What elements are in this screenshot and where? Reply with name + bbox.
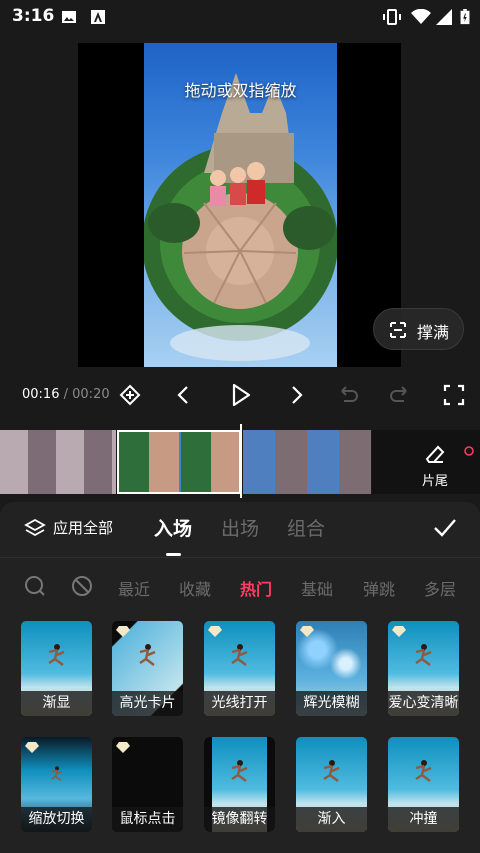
effect-label: 高光卡片 (112, 691, 183, 716)
premium-icon (116, 742, 130, 753)
time-display: 00:16 / 00:20 (22, 387, 110, 402)
effect-label: 缩放切换 (21, 807, 92, 832)
jumping-person-icon (323, 760, 340, 782)
search-icon[interactable] (23, 574, 47, 598)
premium-icon (208, 626, 222, 637)
premium-icon (392, 626, 406, 637)
chevron-right-icon (292, 386, 303, 404)
fill-button-label: 撑满 (417, 323, 450, 342)
app-notification-icon (91, 10, 105, 24)
video-frame[interactable]: 拖动或双指缩放 (144, 43, 337, 367)
layers-icon (24, 518, 46, 537)
play-button[interactable] (226, 381, 254, 409)
jumping-person-icon (415, 760, 432, 782)
effect-label: 光线打开 (204, 691, 275, 716)
next-frame-button[interactable] (282, 381, 310, 409)
timeline-clip-selected[interactable] (117, 430, 241, 494)
status-bar: 3:16 (0, 0, 480, 34)
category-basic[interactable]: 基础 (301, 576, 333, 600)
record-icon (464, 446, 474, 456)
chevron-left-icon (177, 386, 188, 404)
effect-card[interactable]: 镜像翻转 (204, 737, 275, 832)
eraser-icon (425, 445, 445, 463)
signal-icon (436, 9, 452, 25)
effect-card[interactable]: 缩放切换 (21, 737, 92, 832)
play-icon (232, 383, 251, 407)
fill-icon (390, 322, 406, 338)
effect-card[interactable]: 渐显 (21, 621, 92, 716)
category-multilayer[interactable]: 多层 (424, 576, 456, 600)
tab-combo[interactable]: 组合 (287, 514, 325, 541)
timeline-clip[interactable] (0, 430, 116, 494)
effect-card[interactable]: 渐入 (296, 737, 367, 832)
previous-frame-button[interactable] (170, 381, 198, 409)
effect-label: 爱心变清晰 (388, 691, 459, 716)
drag-zoom-hint: 拖动或双指缩放 (184, 81, 297, 100)
effect-label: 鼠标点击 (112, 807, 183, 832)
premium-icon (300, 626, 314, 637)
keyframe-button[interactable] (116, 381, 144, 409)
category-favorites[interactable]: 收藏 (179, 576, 211, 600)
effect-card[interactable]: 辉光模糊 (296, 621, 367, 716)
total-time: 00:20 (72, 387, 110, 402)
undo-button[interactable] (334, 381, 362, 409)
effect-label: 辉光模糊 (296, 691, 367, 716)
wifi-icon (411, 9, 431, 24)
timeline-clip[interactable] (243, 430, 371, 494)
category-recent[interactable]: 最近 (118, 576, 150, 600)
none-icon[interactable] (70, 574, 94, 598)
vibrate-icon (383, 9, 401, 25)
status-time: 3:16 (12, 6, 55, 26)
fullscreen-icon (443, 384, 465, 406)
jumping-person-icon (231, 644, 248, 666)
keyframe-icon (119, 384, 141, 406)
jumping-person-icon (231, 760, 248, 782)
effect-card[interactable]: 高光卡片 (112, 621, 183, 716)
checkmark-icon[interactable] (432, 516, 458, 540)
panel-divider (0, 557, 480, 558)
effect-label: 渐入 (296, 807, 367, 832)
effect-label: 渐显 (21, 691, 92, 716)
tab-enter[interactable]: 入场 (154, 514, 192, 541)
end-clip-button[interactable]: 片尾 (372, 430, 480, 494)
effect-card[interactable]: 光线打开 (204, 621, 275, 716)
end-clip-label: 片尾 (422, 474, 449, 489)
playhead[interactable] (240, 424, 242, 498)
redo-button[interactable] (386, 381, 414, 409)
effect-label: 冲撞 (388, 807, 459, 832)
time-separator: / (63, 387, 68, 402)
fill-button[interactable]: 撑满 (373, 308, 464, 350)
category-hot[interactable]: 热门 (240, 576, 272, 600)
image-icon (62, 11, 76, 23)
effect-card[interactable]: 爱心变清晰 (388, 621, 459, 716)
redo-icon (390, 386, 407, 402)
apply-all-label: 应用全部 (53, 519, 114, 537)
jumping-person-icon (415, 644, 432, 666)
battery-icon (460, 9, 470, 25)
premium-icon (116, 626, 130, 637)
category-bounce[interactable]: 弹跳 (363, 576, 395, 600)
fullscreen-button[interactable] (440, 381, 468, 409)
current-time: 00:16 (22, 387, 60, 402)
premium-icon (25, 742, 39, 753)
jumping-person-icon (48, 644, 65, 666)
undo-icon (341, 386, 358, 402)
jumping-person-icon (51, 766, 62, 781)
tab-exit[interactable]: 出场 (221, 514, 259, 541)
effect-card[interactable]: 冲撞 (388, 737, 459, 832)
tab-indicator (166, 553, 181, 556)
effect-label: 镜像翻转 (204, 807, 275, 832)
jumping-person-icon (139, 644, 156, 666)
effect-card[interactable]: 鼠标点击 (112, 737, 183, 832)
